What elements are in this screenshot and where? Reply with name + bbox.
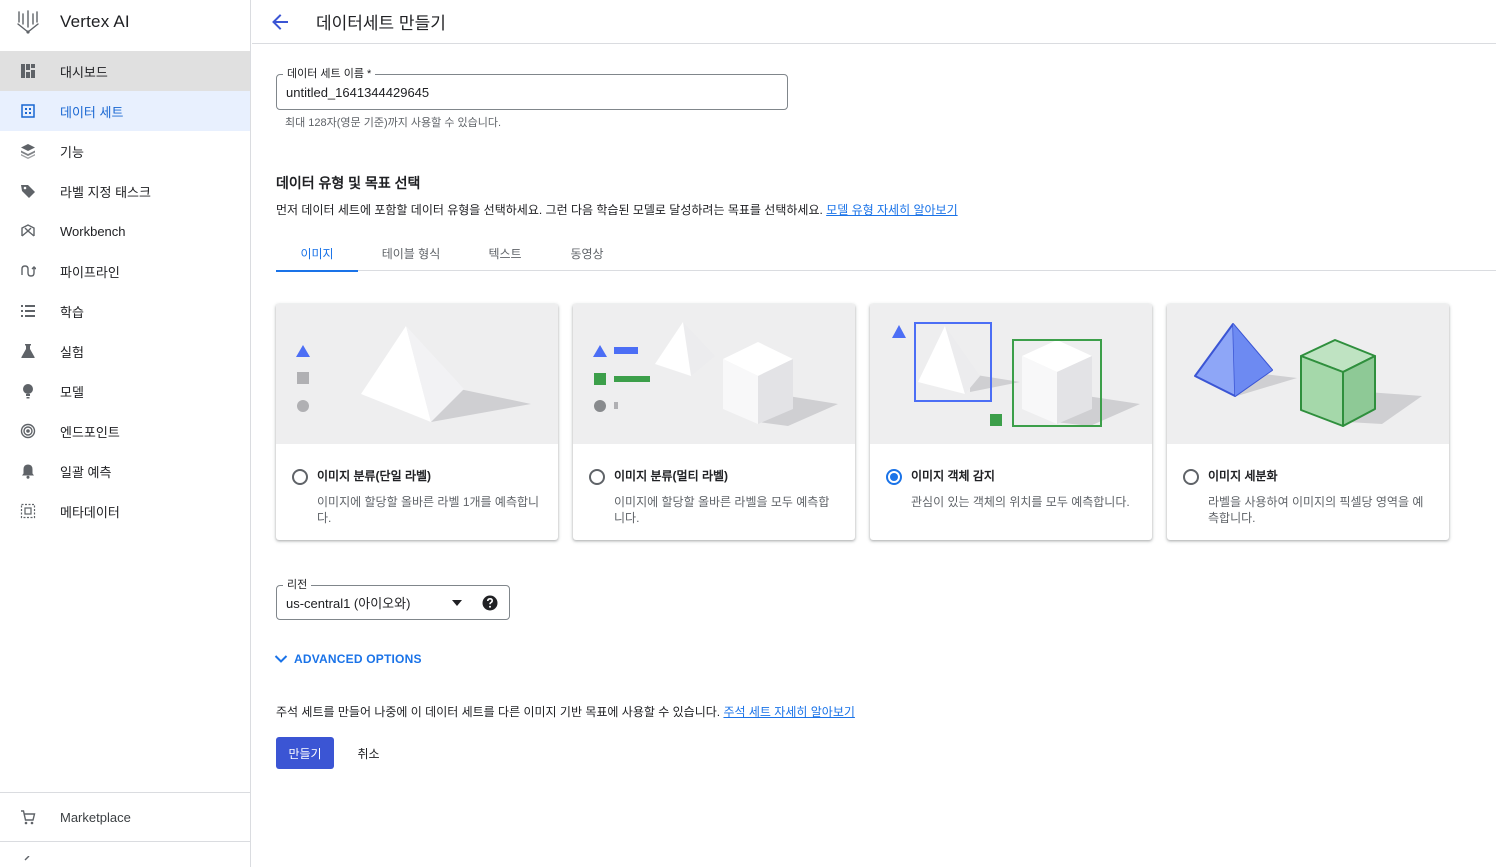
sidebar-item-label: 엔드포인트 xyxy=(60,424,120,440)
sidebar-item-label: 모델 xyxy=(60,384,84,400)
create-button[interactable]: 만들기 xyxy=(276,737,334,769)
advanced-options-toggle[interactable]: ADVANCED OPTIONS xyxy=(274,652,422,666)
sidebar-item-pipelines[interactable]: 파이프라인 xyxy=(0,251,250,291)
region-selected-value: us-central1 (아이오와) xyxy=(286,596,411,611)
sidebar-item-label: 대시보드 xyxy=(60,64,108,80)
sidebar-item-experiments[interactable]: 실험 xyxy=(0,331,250,371)
sidebar-item-label: 데이터 세트 xyxy=(60,104,124,120)
sidebar-item-marketplace[interactable]: Marketplace xyxy=(0,793,250,841)
multi-label-illustration xyxy=(573,304,855,444)
endpoints-icon xyxy=(20,423,36,439)
sidebar-item-label: 기능 xyxy=(60,144,84,160)
objective-cards: 이미지 분류(단일 라벨) 이미지에 할당할 올바른 라벨 1개를 예측합니다. xyxy=(276,304,1449,540)
card-title: 이미지 세분화 xyxy=(1208,469,1278,483)
sidebar-item-label: 일괄 예측 xyxy=(60,464,112,480)
objective-card-single-label[interactable]: 이미지 분류(단일 라벨) 이미지에 할당할 올바른 라벨 1개를 예측합니다. xyxy=(276,304,558,540)
marketplace-cart-icon xyxy=(20,809,36,825)
sidebar-item-models[interactable]: 모델 xyxy=(0,371,250,411)
card-description: 이미지에 할당할 올바른 라벨 1개를 예측합니다. xyxy=(317,495,540,525)
card-title: 이미지 분류(단일 라벨) xyxy=(317,469,432,483)
sidebar-item-features[interactable]: 기능 xyxy=(0,131,250,171)
region-label: 리전 xyxy=(283,578,312,592)
sidebar: Vertex AI 대시보드 데이터 세트 기능 라벨 지정 태스크 Workb… xyxy=(0,0,251,867)
data-type-tabs: 이미지 테이블 형식 텍스트 동영상 xyxy=(276,236,1496,272)
region-select[interactable]: 리전 us-central1 (아이오와) xyxy=(276,578,510,620)
section-description-text: 먼저 데이터 세트에 포함할 데이터 유형을 선택하세요. 그런 다음 학습된 … xyxy=(276,203,823,217)
sidebar-item-metadata[interactable]: 메타데이터 xyxy=(0,491,250,531)
card-description: 관심이 있는 객체의 위치를 모두 예측합니다. xyxy=(911,495,1130,509)
card-title: 이미지 객체 감지 xyxy=(911,469,995,483)
annotation-set-note: 주석 세트를 만들어 나중에 이 데이터 세트를 다른 이미지 기반 목표에 사… xyxy=(276,703,855,720)
collapse-sidebar-icon[interactable] xyxy=(22,853,32,867)
sidebar-item-datasets[interactable]: 데이터 세트 xyxy=(0,91,250,131)
models-icon xyxy=(20,383,36,399)
training-icon xyxy=(20,303,36,319)
sidebar-item-label: 실험 xyxy=(60,344,84,360)
dataset-name-field[interactable]: 데이터 세트 이름 * xyxy=(276,67,788,110)
sidebar-item-label: 메타데이터 xyxy=(60,504,120,520)
chevron-down-icon xyxy=(274,655,288,663)
batch-prediction-icon xyxy=(20,463,36,479)
page-title: 데이터세트 만들기 xyxy=(316,14,446,33)
sidebar-item-label: Marketplace xyxy=(60,809,131,825)
section-description: 먼저 데이터 세트에 포함할 데이터 유형을 선택하세요. 그런 다음 학습된 … xyxy=(276,201,958,218)
sidebar-item-label: 학습 xyxy=(60,304,84,320)
annotation-set-text: 주석 세트를 만들어 나중에 이 데이터 세트를 다른 이미지 기반 목표에 사… xyxy=(276,705,721,719)
segmentation-illustration xyxy=(1167,304,1449,444)
card-title: 이미지 분류(멀티 라벨) xyxy=(614,469,729,483)
objective-card-object-detection[interactable]: 이미지 객체 감지 관심이 있는 객체의 위치를 모두 예측합니다. xyxy=(870,304,1152,540)
single-label-radio[interactable] xyxy=(292,469,308,485)
dataset-icon xyxy=(20,103,36,119)
tab-image[interactable]: 이미지 xyxy=(276,236,358,272)
sidebar-item-training[interactable]: 학습 xyxy=(0,291,250,331)
segmentation-radio[interactable] xyxy=(1183,469,1199,485)
metadata-icon xyxy=(20,503,36,519)
object-detection-radio[interactable] xyxy=(886,469,902,485)
label-icon xyxy=(20,183,36,199)
object-detection-illustration xyxy=(870,304,1152,444)
tab-video[interactable]: 동영상 xyxy=(546,236,628,271)
dropdown-arrow-icon[interactable] xyxy=(452,599,462,606)
sidebar-footer: Marketplace xyxy=(0,792,250,842)
sidebar-item-endpoints[interactable]: 엔드포인트 xyxy=(0,411,250,451)
multi-label-radio[interactable] xyxy=(589,469,605,485)
card-description: 라벨을 사용하여 이미지의 픽셀당 영역을 예측합니다. xyxy=(1208,495,1424,525)
sidebar-nav: 대시보드 데이터 세트 기능 라벨 지정 태스크 Workbench 파이프라인… xyxy=(0,51,250,531)
sidebar-item-label: 파이프라인 xyxy=(60,264,120,280)
arrow-back-icon xyxy=(272,13,288,30)
pipelines-icon xyxy=(20,263,36,279)
vertex-ai-logo-icon xyxy=(17,10,39,34)
card-description: 이미지에 할당할 올바른 라벨을 모두 예측합니다. xyxy=(614,495,830,525)
sidebar-item-label: 라벨 지정 태스크 xyxy=(60,184,151,200)
tab-tabular[interactable]: 테이블 형식 xyxy=(358,236,464,271)
app-title: Vertex AI xyxy=(60,12,130,31)
single-label-illustration xyxy=(276,304,558,444)
dataset-name-label: 데이터 세트 이름 * xyxy=(283,67,376,81)
sidebar-item-dashboard[interactable]: 대시보드 xyxy=(0,51,250,91)
section-title: 데이터 유형 및 목표 선택 xyxy=(276,175,421,191)
help-icon[interactable] xyxy=(482,595,498,611)
advanced-options-label: ADVANCED OPTIONS xyxy=(294,652,422,666)
experiments-icon xyxy=(20,343,36,359)
sidebar-item-workbench[interactable]: Workbench xyxy=(0,211,250,251)
model-types-learn-more-link[interactable]: 모델 유형 자세히 알아보기 xyxy=(826,203,957,217)
page-header: 데이터세트 만들기 xyxy=(252,0,1496,44)
objective-card-multi-label[interactable]: 이미지 분류(멀티 라벨) 이미지에 할당할 올바른 라벨을 모두 예측합니다. xyxy=(573,304,855,540)
annotation-set-learn-more-link[interactable]: 주석 세트 자세히 알아보기 xyxy=(723,705,854,719)
brand[interactable]: Vertex AI xyxy=(0,0,250,44)
sidebar-item-label: Workbench xyxy=(60,223,126,239)
tab-text[interactable]: 텍스트 xyxy=(464,236,546,271)
workbench-icon xyxy=(20,223,36,239)
objective-card-segmentation[interactable]: 이미지 세분화 라벨을 사용하여 이미지의 픽셀당 영역을 예측합니다. xyxy=(1167,304,1449,540)
sidebar-item-batch-predictions[interactable]: 일괄 예측 xyxy=(0,451,250,491)
cancel-button[interactable]: 취소 xyxy=(346,737,391,769)
back-button[interactable] xyxy=(268,10,292,34)
dashboard-icon xyxy=(20,63,36,79)
sidebar-item-labeling-tasks[interactable]: 라벨 지정 태스크 xyxy=(0,171,250,211)
dataset-name-hint: 최대 128자(영문 기준)까지 사용할 수 있습니다. xyxy=(285,117,502,129)
features-icon xyxy=(20,143,36,159)
